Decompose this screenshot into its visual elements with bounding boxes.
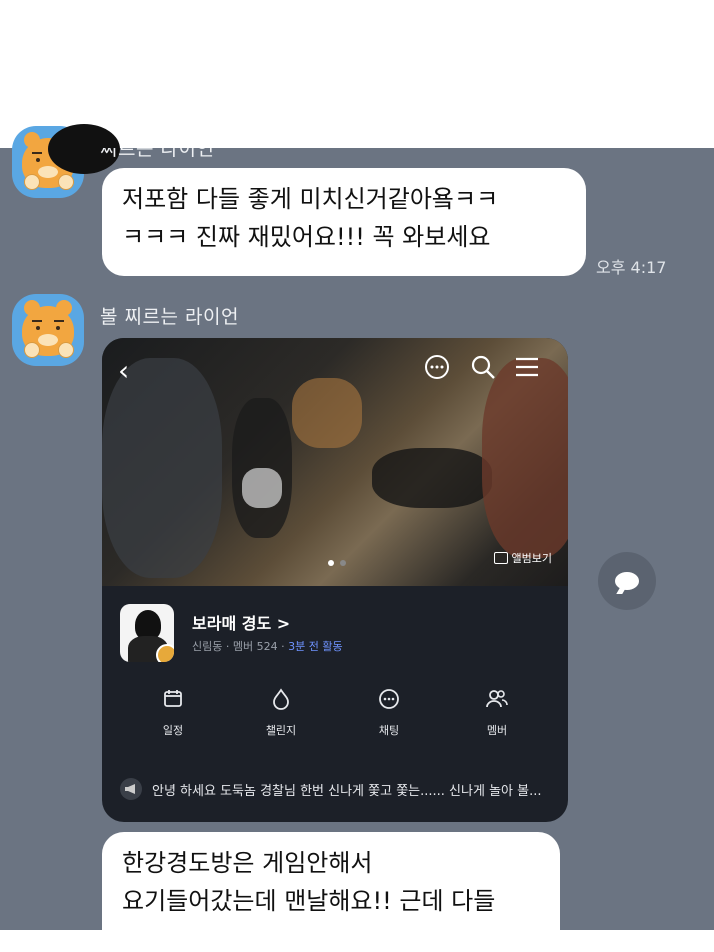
club-photo[interactable]: ‹ 앨범보기 (102, 338, 568, 586)
menu-schedule[interactable]: 일정 (138, 688, 208, 738)
image-icon (493, 552, 508, 564)
club-members: 멤버 524 (232, 640, 278, 653)
album-label: 앨범보기 (511, 552, 552, 565)
message-line: 저포함 다들 좋게 미치신거같아욬ㅋㅋ (122, 185, 499, 213)
search-icon[interactable] (470, 354, 496, 387)
chat-icon (354, 688, 424, 712)
message-line: ㅋㅋㅋ 진짜 재밌어요!!! 꼭 와보세요 (122, 223, 491, 251)
menu-chat[interactable]: 채팅 (354, 688, 424, 738)
club-logo (120, 604, 174, 662)
members-icon (462, 688, 532, 712)
menu-label: 일정 (162, 724, 184, 737)
chat-bubble-icon[interactable] (424, 354, 450, 387)
message-time: 오후 4:17 (596, 258, 667, 277)
message-bubble[interactable]: 저포함 다들 좋게 미치신거같아욬ㅋㅋ ㅋㅋㅋ 진짜 재밌어요!!! 꼭 와보세… (102, 168, 586, 276)
message-line: 요기들어갔는데 맨날해요!! 근데 다들 (122, 887, 496, 915)
menu-label: 채팅 (378, 724, 400, 737)
sender-name: 볼 찌르는 라이언 (100, 306, 239, 328)
challenge-icon (246, 688, 316, 712)
share-icon[interactable] (598, 552, 656, 610)
album-button[interactable]: 앨범보기 (493, 550, 552, 566)
menu-challenge[interactable]: 챌린지 (246, 688, 316, 738)
menu-members[interactable]: 멤버 (462, 688, 532, 738)
club-meta: 신림동 · 멤버 524 · 3분 전 활동 (192, 640, 343, 653)
hamburger-icon[interactable] (514, 354, 540, 387)
message-bubble[interactable]: 한강경도방은 게임안해서 요기들어갔는데 맨날해요!! 근데 다들 (102, 832, 560, 952)
message-line: 한강경도방은 게임안해서 (122, 849, 373, 877)
menu-label: 챌린지 (265, 724, 297, 737)
club-notice[interactable]: 안녕 하세요 도둑놈 경찰님 한번 신나게 쫓고 쫓는...... 신나게 놀아… (120, 778, 556, 800)
avatar[interactable] (12, 294, 84, 366)
club-activity: 3분 전 활동 (288, 640, 343, 653)
notice-text: 안녕 하세요 도둑놈 경찰님 한번 신나게 쫓고 쫓는...... 신나게 놀아… (152, 783, 542, 799)
carousel-dots (328, 560, 346, 566)
shared-club-card[interactable]: ‹ 앨범보기 보라매 경도 > 신림동 · 멤버 524 · 3분 전 활동 일… (102, 338, 568, 822)
club-name[interactable]: 보라매 경도 > (192, 610, 290, 634)
club-location: 신림동 (192, 640, 223, 653)
back-icon[interactable]: ‹ (118, 354, 129, 387)
megaphone-icon (120, 778, 142, 800)
menu-label: 멤버 (486, 724, 508, 737)
calendar-icon (138, 688, 208, 712)
